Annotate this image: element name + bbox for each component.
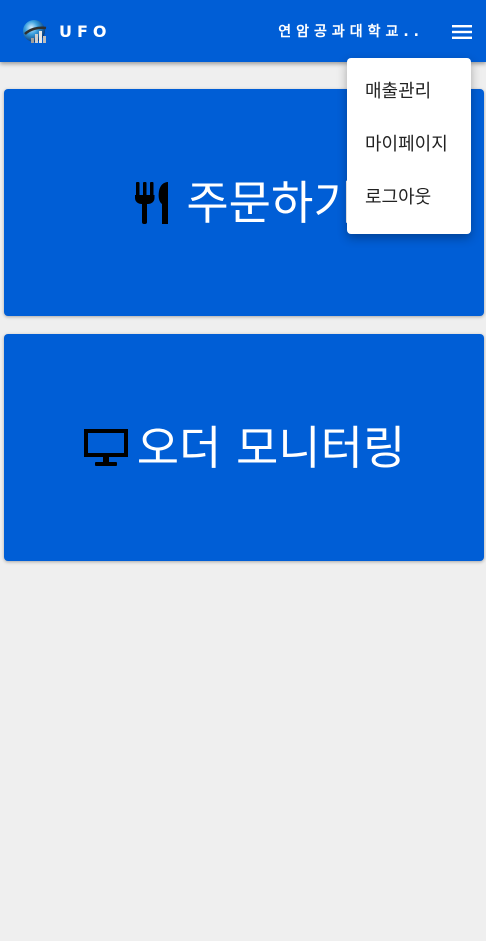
school-name: 연암공과대학교.. [278,24,424,40]
utensils-icon [135,181,169,224]
order-card-content: 주문하기 [132,175,356,231]
order-card-label: 주문하기 [186,175,356,230]
globe-logo-icon[interactable] [21,18,49,46]
app-title[interactable]: UFO [59,22,112,42]
dropdown-menu: 매출관리 마이페이지 로그아웃 [347,58,471,234]
monitor-icon [83,428,128,466]
app-bar: UFO 연암공과대학교.. [0,0,486,62]
hamburger-menu-icon[interactable] [450,20,474,44]
menu-item-my-page[interactable]: 마이페이지 [347,118,471,171]
order-monitoring-card[interactable]: 오더 모니터링 [4,334,484,561]
menu-item-logout[interactable]: 로그아웃 [347,171,471,224]
order-monitoring-card-content: 오더 모니터링 [83,420,406,476]
menu-item-sales-management[interactable]: 매출관리 [347,65,471,118]
order-monitoring-card-label: 오더 모니터링 [136,420,406,475]
